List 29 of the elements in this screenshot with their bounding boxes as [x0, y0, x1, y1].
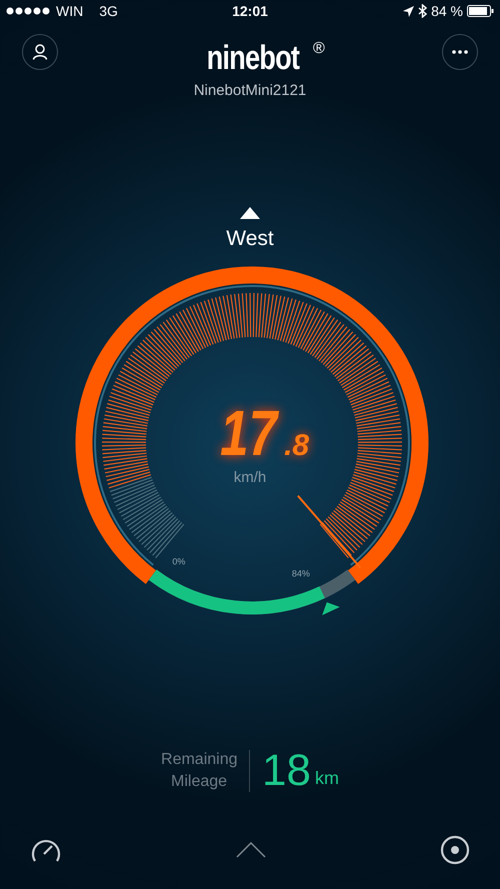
mileage-unit: km — [314, 768, 339, 790]
mileage-value: 18 — [262, 747, 311, 795]
battery-min-label: 0% — [172, 556, 186, 567]
bluetooth-icon — [418, 4, 428, 18]
network-text: 3G — [99, 3, 118, 19]
more-icon — [452, 50, 468, 54]
registered-mark: ® — [312, 40, 325, 58]
more-button[interactable] — [442, 34, 478, 70]
battery-marker-icon — [322, 602, 340, 616]
brand-logo: ninebot — [206, 40, 300, 76]
clock-text: 12:01 — [232, 3, 268, 19]
device-name: NinebotMini2121 — [194, 82, 306, 99]
battery-icon — [467, 5, 494, 17]
carrier-text: WIN — [56, 3, 84, 19]
chevron-up-icon[interactable] — [236, 842, 266, 858]
mileage-label: Remaining Mileage — [161, 750, 238, 792]
speed-decimal: .8 — [284, 429, 310, 463]
target-icon[interactable] — [440, 835, 470, 865]
heading-text: West — [226, 227, 274, 251]
profile-button[interactable] — [22, 34, 58, 70]
speedometer-icon[interactable] — [30, 837, 62, 863]
speed-value: 17 — [220, 401, 277, 465]
battery-percent: 84 % — [431, 3, 463, 19]
user-icon — [32, 44, 48, 60]
location-icon — [403, 6, 414, 16]
speed-unit: km/h — [234, 469, 266, 486]
battery-level-label: 84% — [292, 568, 310, 578]
heading-arrow-icon — [240, 207, 260, 219]
signal-icon — [6, 7, 52, 15]
